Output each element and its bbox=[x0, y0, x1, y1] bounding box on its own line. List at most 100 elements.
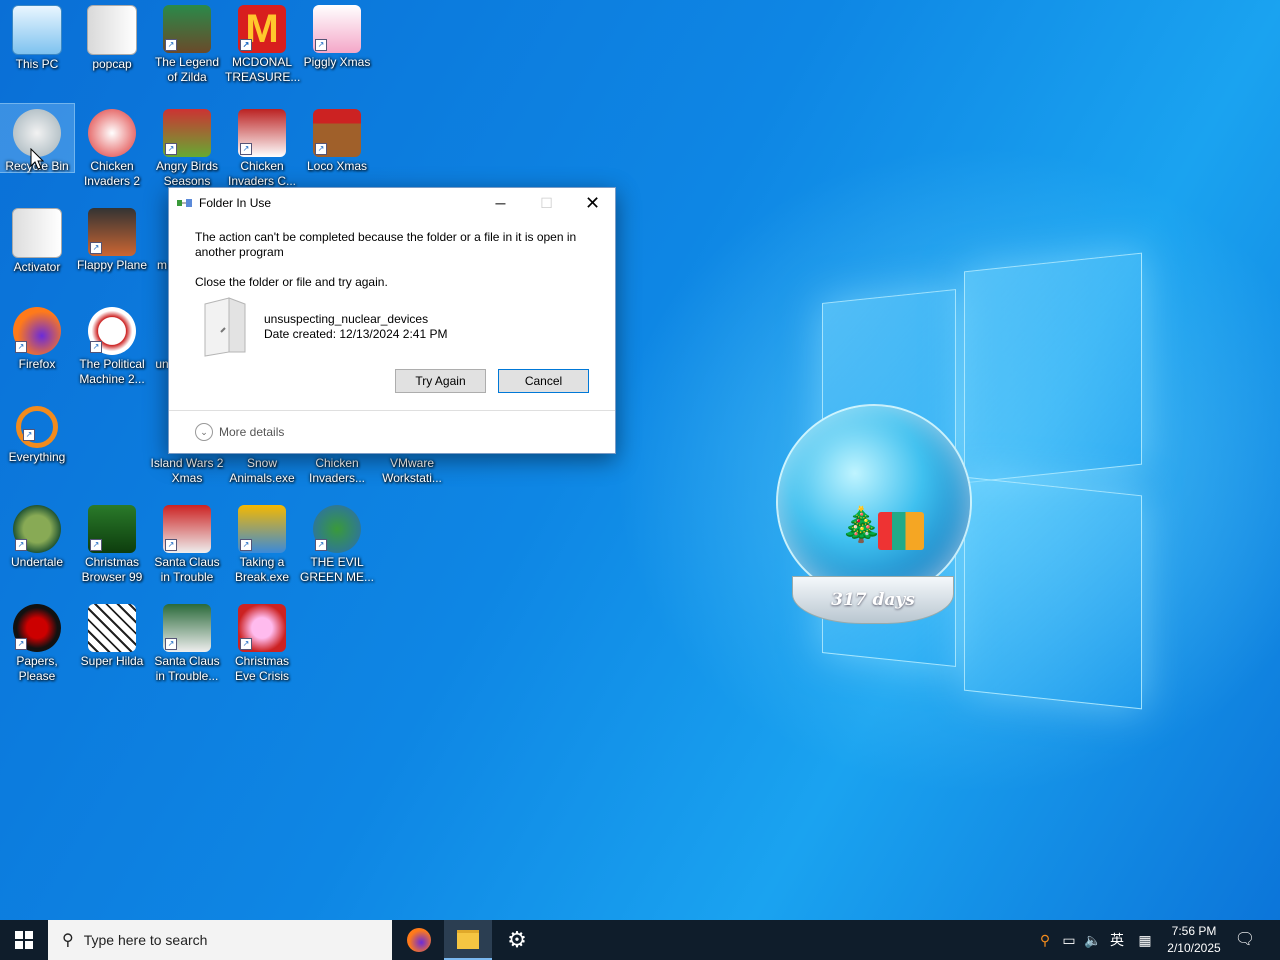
pig-icon: ↗ bbox=[313, 5, 361, 53]
search-placeholder: Type here to search bbox=[83, 932, 208, 948]
more-details-label: More details bbox=[219, 425, 285, 439]
desktop-icon-mcdonal-treasure[interactable]: M ↗ MCDONAL TREASURE... bbox=[225, 0, 300, 85]
shortcut-arrow-icon: ↗ bbox=[315, 39, 327, 51]
desktop-icon-santa-claus-in-trouble[interactable]: ↗ Santa Claus in Trouble bbox=[150, 500, 224, 585]
computer-icon bbox=[12, 5, 62, 55]
windows-logo-pane bbox=[964, 476, 1142, 710]
shortcut-arrow-icon: ↗ bbox=[23, 429, 35, 441]
taskbar-search-box[interactable]: ⚲ Type here to search bbox=[48, 920, 392, 960]
try-again-button[interactable]: Try Again bbox=[395, 369, 486, 393]
minimize-button[interactable]: ─ bbox=[478, 188, 523, 218]
file-move-icon bbox=[177, 197, 193, 209]
papers-please-icon: ↗ bbox=[13, 604, 61, 652]
break-icon: ↗ bbox=[238, 505, 286, 553]
desktop-icon-popcap[interactable]: popcap bbox=[75, 0, 149, 72]
desktop-icon-legend-of-zilda[interactable]: ↗ The Legend of Zilda bbox=[150, 0, 224, 85]
shortcut-arrow-icon: ↗ bbox=[165, 39, 177, 51]
shortcut-arrow-icon: ↗ bbox=[15, 341, 27, 353]
santa-icon: ↗ bbox=[163, 604, 211, 652]
mcdonalds-icon: M ↗ bbox=[238, 5, 286, 53]
dialog-instruction: Close the folder or file and try again. bbox=[195, 275, 388, 289]
notification-icon[interactable]: 🗨 bbox=[1234, 928, 1256, 950]
magnifier-icon: ↗ bbox=[16, 406, 58, 448]
close-button[interactable]: ✕ bbox=[570, 188, 615, 218]
desktop-icon-christmas-eve-crisis[interactable]: ↗ Christmas Eve Crisis bbox=[225, 599, 299, 684]
shortcut-arrow-icon: ↗ bbox=[315, 539, 327, 551]
shortcut-arrow-icon: ↗ bbox=[240, 539, 252, 551]
firefox-icon: ↗ bbox=[13, 307, 61, 355]
file-name: unsuspecting_nuclear_devices bbox=[264, 312, 429, 326]
pixel-character-icon bbox=[88, 604, 136, 652]
dialog-divider bbox=[169, 410, 615, 411]
dialog-titlebar[interactable]: Folder In Use ─ ☐ ✕ bbox=[169, 188, 615, 218]
cancel-button[interactable]: Cancel bbox=[498, 369, 589, 393]
desktop-icon-santa-claus-in-trouble-2[interactable]: ↗ Santa Claus in Trouble... bbox=[150, 599, 224, 684]
shortcut-arrow-icon: ↗ bbox=[315, 143, 327, 155]
desktop-icon-evil-green-me[interactable]: ↗ THE EVIL GREEN ME... bbox=[300, 500, 374, 585]
network-icon[interactable]: ▭ bbox=[1058, 920, 1080, 960]
undertale-icon: ↗ bbox=[13, 505, 61, 553]
ime-mode[interactable]: 英 bbox=[1106, 920, 1128, 960]
folder-icon bbox=[457, 929, 479, 949]
clock-time: 7:56 PM bbox=[1171, 924, 1217, 938]
christmas-tree-icon: ↗ bbox=[88, 505, 136, 553]
desktop-icon-piggly-xmas[interactable]: ↗ Piggly Xmas bbox=[300, 0, 374, 70]
start-button[interactable] bbox=[0, 920, 48, 960]
folder-icon bbox=[87, 5, 137, 55]
shortcut-arrow-icon: ↗ bbox=[240, 39, 252, 51]
search-icon: ⚲ bbox=[62, 932, 74, 949]
shortcut-arrow-icon: ↗ bbox=[15, 539, 27, 551]
volume-icon[interactable]: 🔈 bbox=[1082, 920, 1104, 960]
shortcut-arrow-icon: ↗ bbox=[90, 242, 102, 254]
dialog-message: The action can't be completed because th… bbox=[195, 230, 577, 259]
bear-icon: ↗ bbox=[313, 109, 361, 157]
keyboard-layout-icon[interactable]: ▦ bbox=[1132, 920, 1158, 960]
folder-icon bbox=[12, 208, 62, 258]
desktop-icon-political-machine[interactable]: ↗ The Political Machine 2... bbox=[75, 302, 149, 387]
election-icon: ↗ bbox=[88, 307, 136, 355]
shortcut-arrow-icon: ↗ bbox=[165, 539, 177, 551]
desktop-icon-taking-a-break[interactable]: ↗ Taking a Break.exe bbox=[225, 500, 299, 585]
desktop-icon-loco-xmas[interactable]: ↗ Loco Xmas bbox=[300, 104, 374, 174]
desktop-icon-christmas-browser-99[interactable]: ↗ Christmas Browser 99 bbox=[75, 500, 149, 585]
desktop-icon-chicken-invaders-2[interactable]: Chicken Invaders 2 bbox=[75, 104, 149, 189]
angry-bird-icon: ↗ bbox=[163, 109, 211, 157]
shortcut-arrow-icon: ↗ bbox=[165, 143, 177, 155]
desktop-icon-super-hilda[interactable]: Super Hilda bbox=[75, 599, 149, 669]
shortcut-arrow-icon: ↗ bbox=[165, 638, 177, 650]
taskbar-settings[interactable]: ⚙ bbox=[493, 920, 541, 960]
taskbar-file-explorer[interactable] bbox=[444, 920, 492, 960]
more-details-toggle[interactable]: ⌄ More details bbox=[195, 423, 284, 441]
desktop-icon-this-pc[interactable]: This PC bbox=[0, 0, 74, 72]
taskbar-firefox[interactable] bbox=[395, 920, 443, 960]
taskbar: ⚲ Type here to search ⚙ ⚲ ▭ 🔈 英 ▦ 7:56 P… bbox=[0, 920, 1280, 960]
snow-globe-widget[interactable] bbox=[776, 404, 972, 600]
desktop-icon-firefox[interactable]: ↗ Firefox bbox=[0, 302, 74, 372]
mouse-cursor bbox=[30, 147, 45, 175]
chicken-icon: ↗ bbox=[238, 109, 286, 157]
game-icon: ↗ bbox=[163, 5, 211, 53]
chicken-icon bbox=[88, 109, 136, 157]
shortcut-arrow-icon: ↗ bbox=[90, 341, 102, 353]
desktop-icon-chicken-invaders-c[interactable]: ↗ Chicken Invaders C... bbox=[225, 104, 299, 189]
dialog-title: Folder In Use bbox=[199, 196, 272, 210]
desktop-icon-papers-please[interactable]: ↗ Papers, Please bbox=[0, 599, 74, 684]
desktop-icon-flappy-plane[interactable]: ↗ Flappy Plane bbox=[75, 203, 149, 273]
shortcut-arrow-icon: ↗ bbox=[240, 143, 252, 155]
maximize-button: ☐ bbox=[540, 194, 553, 211]
gift-icon bbox=[878, 512, 924, 550]
folder-in-use-dialog: Folder In Use ─ ☐ ✕ The action can't be … bbox=[168, 187, 616, 454]
windows-icon bbox=[15, 931, 33, 949]
desktop-icon-undertale[interactable]: ↗ Undertale bbox=[0, 500, 74, 570]
file-date-created: Date created: 12/13/2024 2:41 PM bbox=[264, 327, 448, 341]
plane-icon: ↗ bbox=[88, 208, 136, 256]
shortcut-arrow-icon: ↗ bbox=[90, 539, 102, 551]
windows-logo-pane bbox=[964, 252, 1142, 484]
desktop-icon-everything[interactable]: ↗ Everything bbox=[0, 401, 74, 465]
desktop-icon-activator[interactable]: Activator bbox=[0, 203, 74, 275]
everything-tray-icon[interactable]: ⚲ bbox=[1034, 920, 1056, 960]
desktop-icon-angry-birds-seasons[interactable]: ↗ Angry Birds Seasons bbox=[150, 104, 224, 189]
folder-icon bbox=[199, 296, 251, 358]
taskbar-clock[interactable]: 7:56 PM 2/10/2025 bbox=[1162, 923, 1226, 957]
messenger-icon: ↗ bbox=[313, 505, 361, 553]
